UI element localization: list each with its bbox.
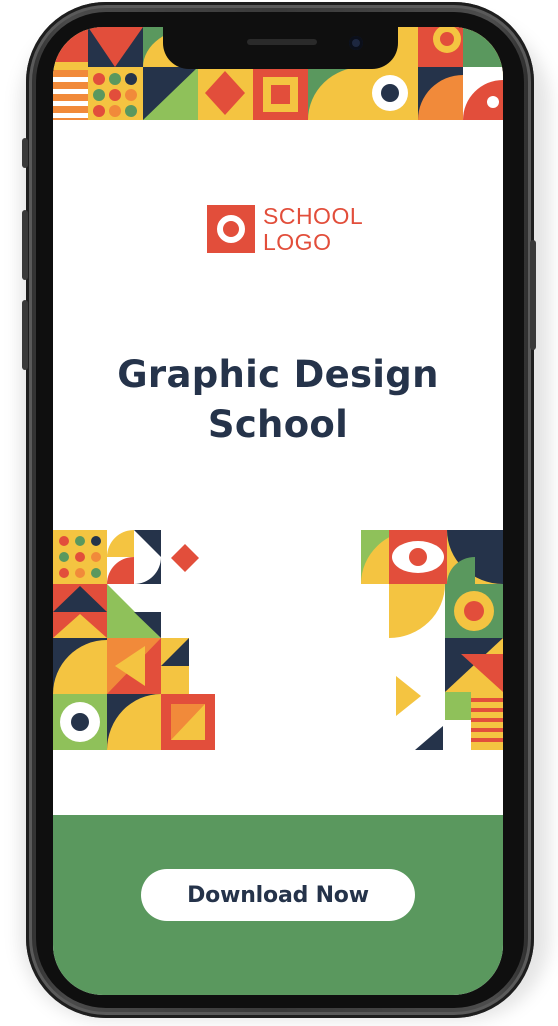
school-logo: SCHOOL LOGO <box>207 203 383 255</box>
page-title: Graphic Design School <box>53 350 503 450</box>
download-now-button[interactable]: Download Now <box>141 869 415 921</box>
right-geometric-mosaic <box>361 530 503 750</box>
mute-switch <box>22 138 28 168</box>
phone-screen: SCHOOL LOGO Graphic Design School Downlo… <box>53 27 503 995</box>
power-button <box>530 240 536 350</box>
left-geometric-mosaic <box>53 530 215 750</box>
volume-up-button <box>22 210 28 280</box>
logo-wordmark: SCHOOL LOGO <box>263 203 383 255</box>
front-camera <box>349 36 363 50</box>
volume-down-button <box>22 300 28 370</box>
title-line-2: School <box>207 403 349 446</box>
phone-notch <box>163 27 398 69</box>
logo-line-1: SCHOOL <box>263 203 364 229</box>
footer-band: Download Now <box>53 815 503 995</box>
title-line-1: Graphic Design <box>117 353 439 396</box>
logo-line-2: LOGO <box>263 229 332 255</box>
earpiece-speaker <box>247 39 317 45</box>
logo-mark-icon <box>207 205 255 253</box>
